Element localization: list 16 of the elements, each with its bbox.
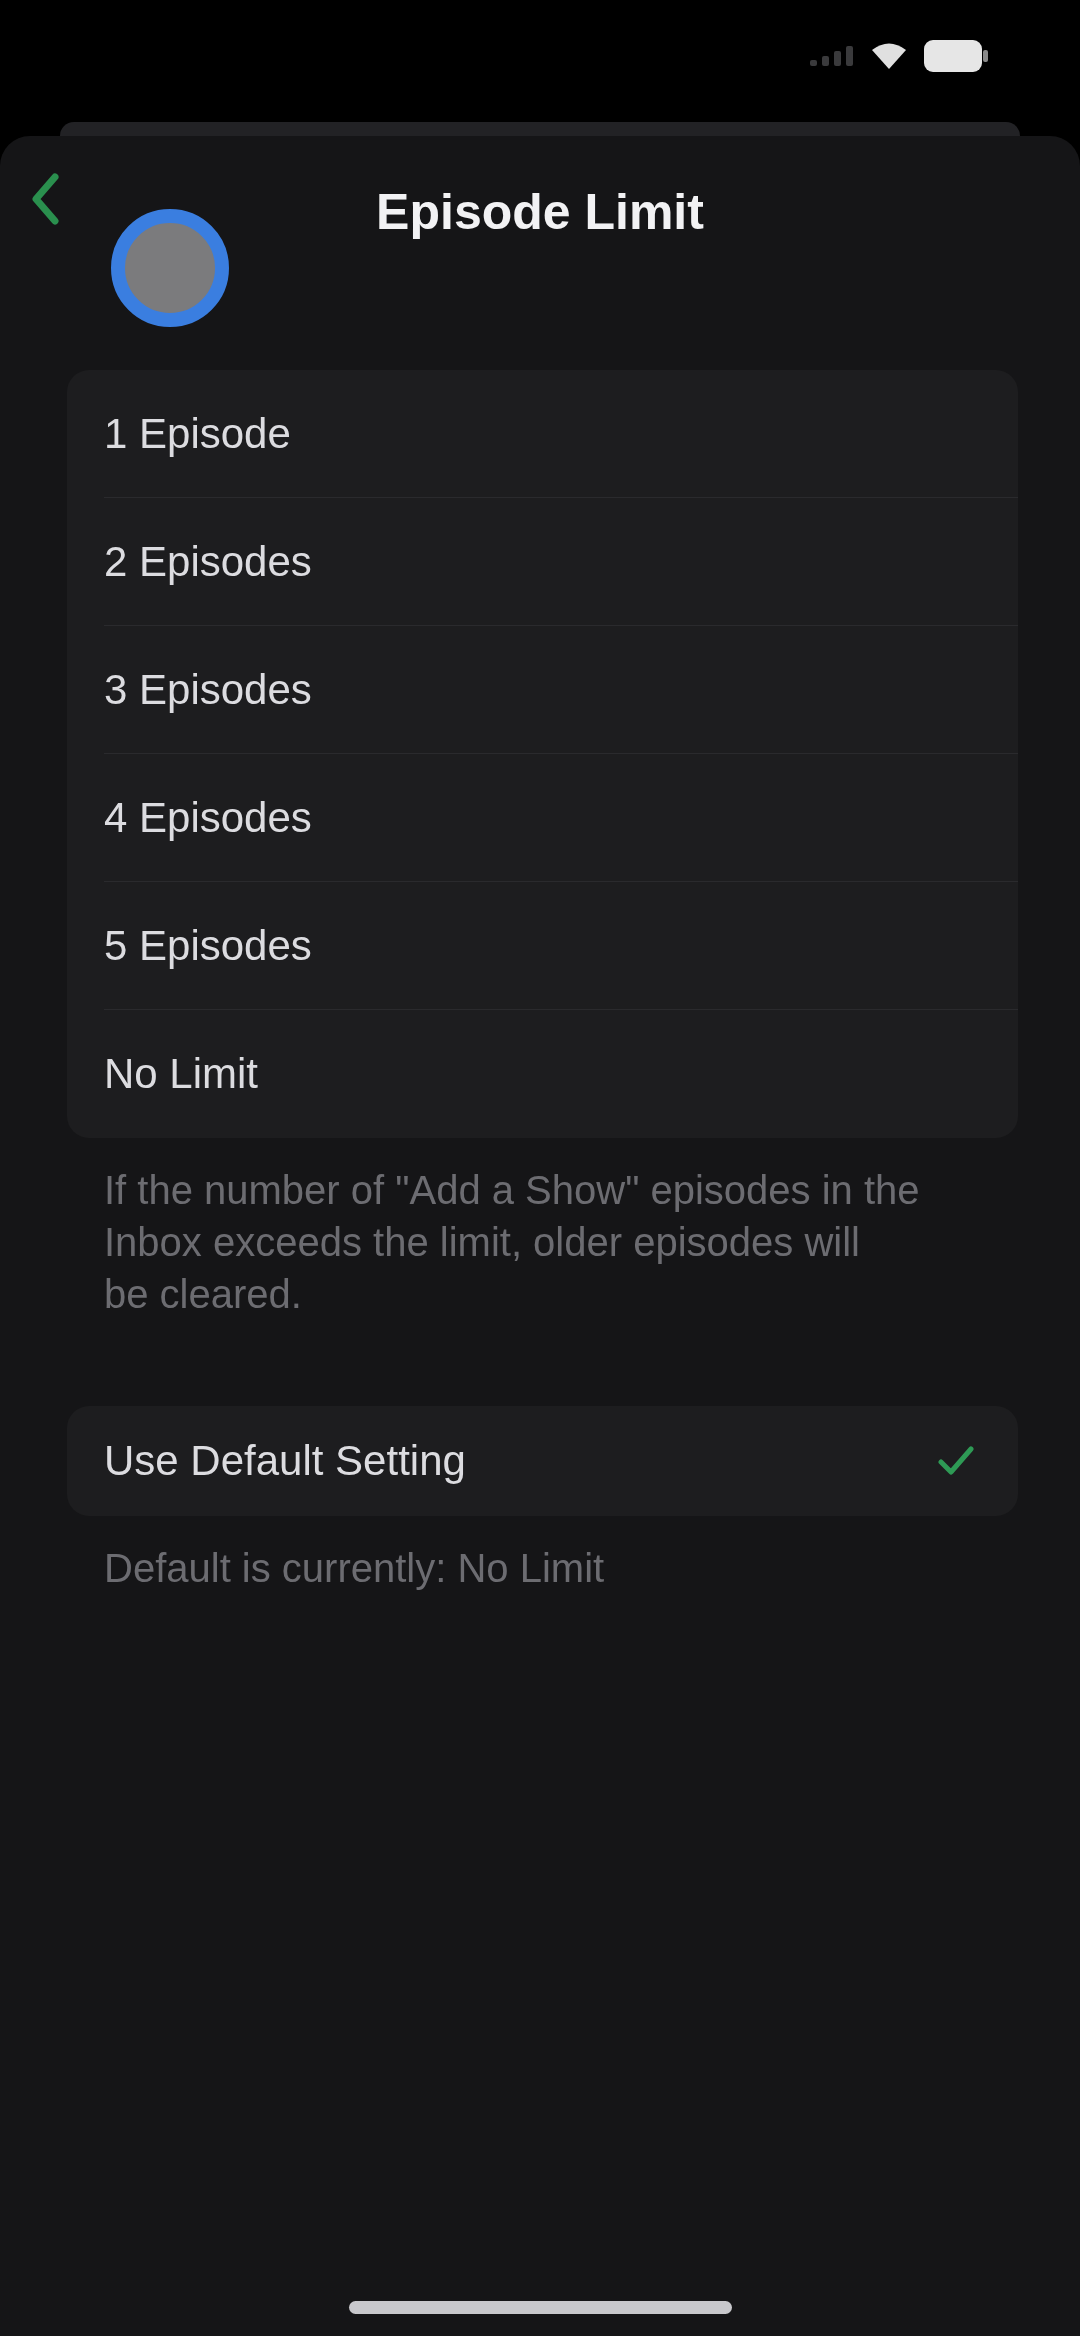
option-item[interactable]: 2 Episodes bbox=[67, 498, 1018, 626]
option-item[interactable]: 3 Episodes bbox=[67, 626, 1018, 754]
option-item[interactable]: No Limit bbox=[67, 1010, 1018, 1138]
option-item[interactable]: 5 Episodes bbox=[67, 882, 1018, 1010]
default-setting-item[interactable]: Use Default Setting bbox=[67, 1406, 1018, 1516]
wifi-icon bbox=[872, 43, 906, 69]
cellular-signal-icon bbox=[810, 46, 854, 66]
limit-description: If the number of "Add a Show" episodes in the Inbox exceeds the limit, older episodes will be cleared. bbox=[104, 1167, 921, 1318]
checkmark-icon bbox=[938, 1445, 974, 1477]
chevron-left-icon bbox=[31, 173, 59, 225]
option-item[interactable]: 4 Episodes bbox=[67, 754, 1018, 882]
touch-indicator-icon bbox=[110, 208, 230, 328]
option-item[interactable]: 1 Episode bbox=[67, 370, 1018, 498]
battery-icon bbox=[924, 40, 988, 72]
navigation-title: Episode Limit bbox=[376, 183, 704, 241]
default-description: Default is currently: No Limit bbox=[104, 1545, 606, 1592]
